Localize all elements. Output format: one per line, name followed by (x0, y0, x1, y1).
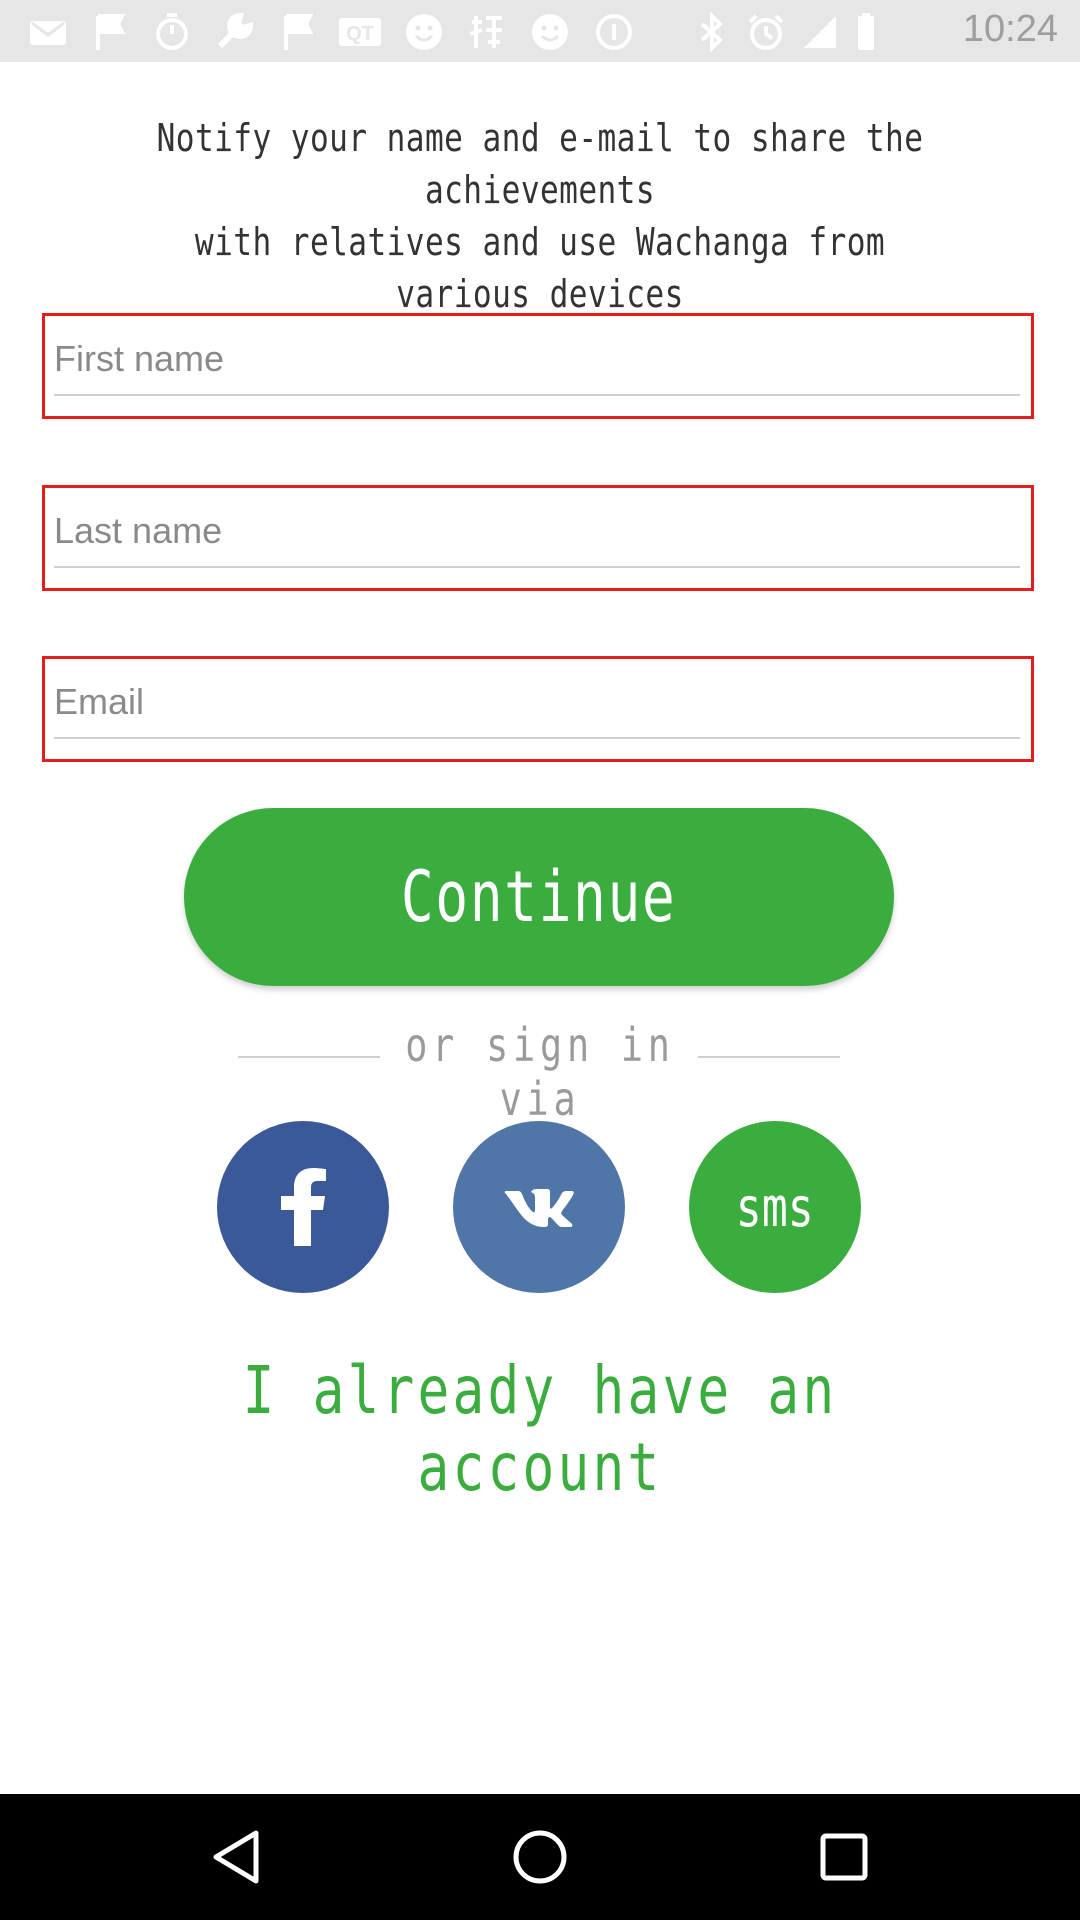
clock: 10:24 (962, 8, 1058, 50)
first-name-input[interactable] (54, 332, 1020, 396)
continue-button-label: Continue (401, 856, 677, 938)
divider-left (238, 1056, 380, 1058)
divider-right (698, 1056, 840, 1058)
facebook-icon (281, 1168, 326, 1246)
sms-label: sms (735, 1175, 815, 1239)
battery-icon (846, 12, 886, 52)
qt-icon: QT (338, 12, 382, 52)
flag-icon (90, 12, 130, 52)
flag-icon (278, 12, 318, 52)
signal-icon (800, 12, 840, 52)
facebook-sign-in-button[interactable] (217, 1121, 389, 1293)
mail-icon (28, 12, 68, 52)
intro-text: Notify your name and e-mail to share the… (156, 116, 924, 316)
last-name-input[interactable] (54, 504, 1020, 568)
vk-sign-in-button[interactable] (453, 1121, 625, 1293)
timer-icon (152, 12, 192, 52)
wrench-icon (214, 12, 254, 52)
last-name-field-container (42, 485, 1034, 591)
back-icon[interactable] (206, 1827, 266, 1887)
bluetooth-icon (692, 12, 732, 52)
vk-icon (504, 1189, 574, 1227)
already-have-account-link[interactable]: I already have an account (220, 1352, 860, 1506)
recents-icon[interactable] (814, 1827, 874, 1887)
svg-text:QT: QT (346, 23, 374, 45)
continue-button[interactable]: Continue (184, 808, 894, 986)
status-bar: QT 10:24 (0, 0, 1080, 62)
signup-screen: QT 10:24 Notify your name and e-mail to … (0, 0, 1080, 1920)
home-icon[interactable] (510, 1827, 570, 1887)
sms-sign-in-button[interactable]: sms (689, 1121, 861, 1293)
navigation-bar (0, 1794, 1080, 1920)
info-icon (594, 12, 634, 52)
or-sign-in-via-label: or sign in via (405, 1018, 675, 1126)
email-input[interactable] (54, 675, 1020, 739)
email-field-container (42, 656, 1034, 762)
alarm-icon (746, 12, 786, 52)
first-name-field-container (42, 313, 1034, 419)
smiley-icon (530, 12, 570, 52)
japanese-icon (466, 12, 506, 52)
smiley-icon (404, 12, 444, 52)
